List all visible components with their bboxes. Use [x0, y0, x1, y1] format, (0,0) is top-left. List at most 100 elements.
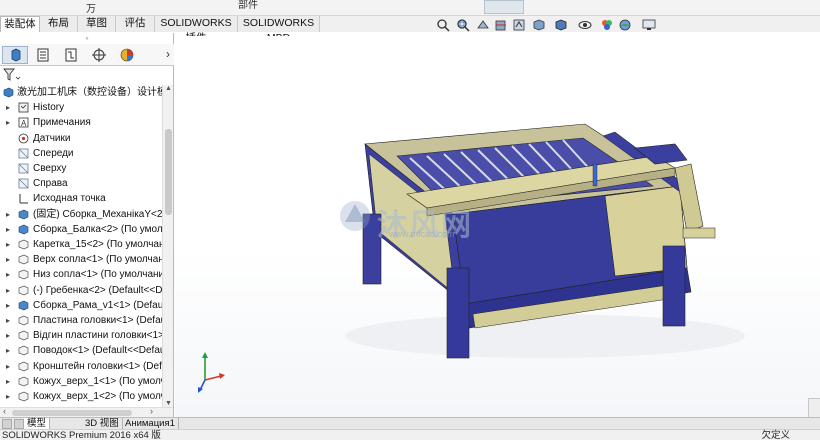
- expand-arrow-icon[interactable]: ▸: [6, 313, 10, 328]
- part-icon: [18, 239, 29, 250]
- mfcad-logo-icon: [340, 201, 370, 231]
- tree-row-label: Відгин пластини головки<1>: [33, 330, 162, 342]
- expand-arrow-icon[interactable]: ▸: [6, 283, 10, 298]
- tab-assembly[interactable]: 装配体: [0, 16, 40, 32]
- scrollbar-thumb[interactable]: [165, 129, 172, 215]
- tab-sketch[interactable]: 草图: [78, 16, 116, 32]
- zoom-area-icon[interactable]: [456, 18, 470, 32]
- watermark-url: www.mfcad.com: [389, 229, 455, 239]
- tab-layout[interactable]: 布局: [40, 16, 78, 32]
- tree-row-label: Кожух_верх_1<2> (По умолча: [33, 391, 162, 402]
- display-style-icon[interactable]: [554, 18, 568, 32]
- display-manager-icon: [120, 48, 134, 62]
- tree-row-label: Справа: [33, 178, 68, 190]
- tree-row-label: (-) Гребенка<2> (Default<<De: [33, 284, 162, 296]
- section-view-icon[interactable]: [494, 18, 508, 32]
- expand-arrow-icon[interactable]: ▸: [6, 222, 10, 237]
- dimxpert-manager-tab[interactable]: [86, 46, 112, 64]
- toolbar-fragment-mid: 部件: [238, 0, 258, 11]
- expand-arrow-icon[interactable]: ▸: [6, 374, 10, 389]
- tree-horizontal-scrollbar[interactable]: ‹ ›: [0, 406, 173, 417]
- expand-arrow-icon[interactable]: ▸: [6, 252, 10, 267]
- display-manager-tab[interactable]: [114, 46, 140, 64]
- tree-row-label: Поводок<1> (Default<<Defaul: [33, 345, 162, 357]
- tree-row-label: Верх сопла<1> (По умолчани: [33, 254, 162, 266]
- view-settings-icon[interactable]: [642, 18, 656, 32]
- expand-arrow-icon[interactable]: ▸: [6, 343, 10, 358]
- tree-row-label: Спереди: [33, 147, 74, 159]
- tab-evaluate[interactable]: 评估: [116, 16, 155, 32]
- expand-arrow-icon[interactable]: ▸: [6, 267, 10, 282]
- first-tab-icon[interactable]: [2, 419, 12, 429]
- property-manager-tab[interactable]: [30, 46, 56, 64]
- part-icon: [18, 285, 29, 295]
- tree-row-label: Низ сопла<1> (По умолчани: [33, 269, 162, 281]
- tree-row-label: 激光加工机床（数控设备）设计模型（: [17, 87, 162, 98]
- scroll-right-icon[interactable]: ›: [150, 406, 153, 416]
- hide-show-items-icon[interactable]: [578, 18, 592, 32]
- dynamic-annotation-icon[interactable]: [512, 18, 526, 32]
- scroll-left-icon[interactable]: ‹: [3, 406, 6, 416]
- tree-row-label: Кронштейн головки<1> (Defa: [33, 360, 162, 372]
- part-icon: [18, 315, 29, 326]
- model-tab-bar: 模型 3D 视图 Анимация1: [0, 417, 820, 430]
- expand-arrow-icon[interactable]: ▸: [6, 237, 10, 252]
- toolbar-highlight-button[interactable]: [484, 0, 524, 14]
- expand-arrow-icon[interactable]: ▸: [6, 100, 10, 115]
- part-icon: [18, 361, 29, 371]
- origin-icon: [19, 194, 28, 204]
- scroll-up-icon[interactable]: ▲: [165, 85, 172, 92]
- task-pane-toggle-icon[interactable]: [808, 398, 820, 417]
- tree-row-label: Примечания: [33, 117, 91, 129]
- laser-cutting-machine-model: [345, 123, 745, 359]
- tree-row-label: History: [33, 102, 65, 114]
- status-bar: SOLIDWORKS Premium 2016 x64 版 欠定义: [0, 429, 820, 440]
- property-manager-icon: [37, 48, 49, 62]
- panel-grip-icon[interactable]: ◦: [0, 33, 174, 44]
- plane-icon: [18, 148, 29, 159]
- graphics-area[interactable]: 沐风网 www.mfcad.com: [175, 36, 820, 417]
- subassembly-icon: [18, 224, 29, 235]
- tree-row-label: Датчики: [33, 132, 71, 144]
- feature-manager-tab[interactable]: [2, 46, 28, 64]
- tab-solidworks-addins[interactable]: SOLIDWORKS 插件: [155, 16, 238, 44]
- view-orientation-icon[interactable]: [532, 18, 546, 32]
- subassembly-icon: [18, 300, 29, 311]
- expand-arrow-icon[interactable]: ▸: [6, 207, 10, 222]
- scroll-down-icon[interactable]: ▼: [165, 400, 172, 407]
- expand-arrow-icon[interactable]: ▸: [6, 115, 10, 130]
- dimxpert-manager-icon: [92, 48, 106, 62]
- horizontal-scrollbar-thumb[interactable]: [12, 410, 132, 416]
- tree-row-label: Сверху: [33, 163, 67, 174]
- toolbar-fragment-left: 万: [86, 4, 96, 15]
- prev-tab-icon[interactable]: [14, 419, 24, 429]
- history-icon: [18, 102, 29, 113]
- part-icon: [18, 330, 29, 341]
- filter-row[interactable]: [2, 67, 32, 85]
- zoom-to-fit-icon[interactable]: [436, 18, 450, 32]
- sensors-icon: [18, 133, 29, 143]
- part-icon: [18, 254, 29, 265]
- svg-text:A: A: [21, 119, 27, 128]
- top-toolbar-strip: 万 部件: [0, 0, 820, 16]
- edit-appearance-icon[interactable]: [600, 18, 614, 32]
- tree-row-label: Исходная точка: [33, 193, 106, 205]
- panel-tab-bar: ›: [0, 44, 174, 66]
- tree-row-label: Сборка_Балка<2> (По умолча: [33, 223, 162, 235]
- status-product-name: SOLIDWORKS Premium 2016 x64 版: [2, 430, 161, 440]
- apply-scene-icon[interactable]: [618, 18, 632, 32]
- feature-manager-panel: ◦ › 激光加工机床（数控设备）设计模型（ ▸ History ▸ A Примечани…: [0, 33, 174, 417]
- previous-view-icon[interactable]: [476, 18, 490, 32]
- expand-arrow-icon[interactable]: ▸: [6, 298, 10, 313]
- tree-row-label: Сборка_Рама_v1<1> (Default<: [33, 299, 162, 311]
- tree-vertical-scrollbar[interactable]: ▲ ▼: [162, 85, 173, 407]
- chevron-right-icon[interactable]: ›: [166, 47, 170, 61]
- expand-arrow-icon[interactable]: ▸: [6, 389, 10, 404]
- expand-arrow-icon[interactable]: ▸: [6, 328, 10, 343]
- tree-row-label: Каретка_15<2> (По умолчани: [33, 239, 162, 250]
- configuration-manager-tab[interactable]: [58, 46, 84, 64]
- tree-row-label: Кожух_верх_1<1> (По умолча: [33, 375, 162, 387]
- expand-arrow-icon[interactable]: ▸: [6, 359, 10, 374]
- tab-solidworks-mbd[interactable]: SOLIDWORKS MBD: [238, 16, 320, 44]
- filter-icon[interactable]: [2, 67, 24, 83]
